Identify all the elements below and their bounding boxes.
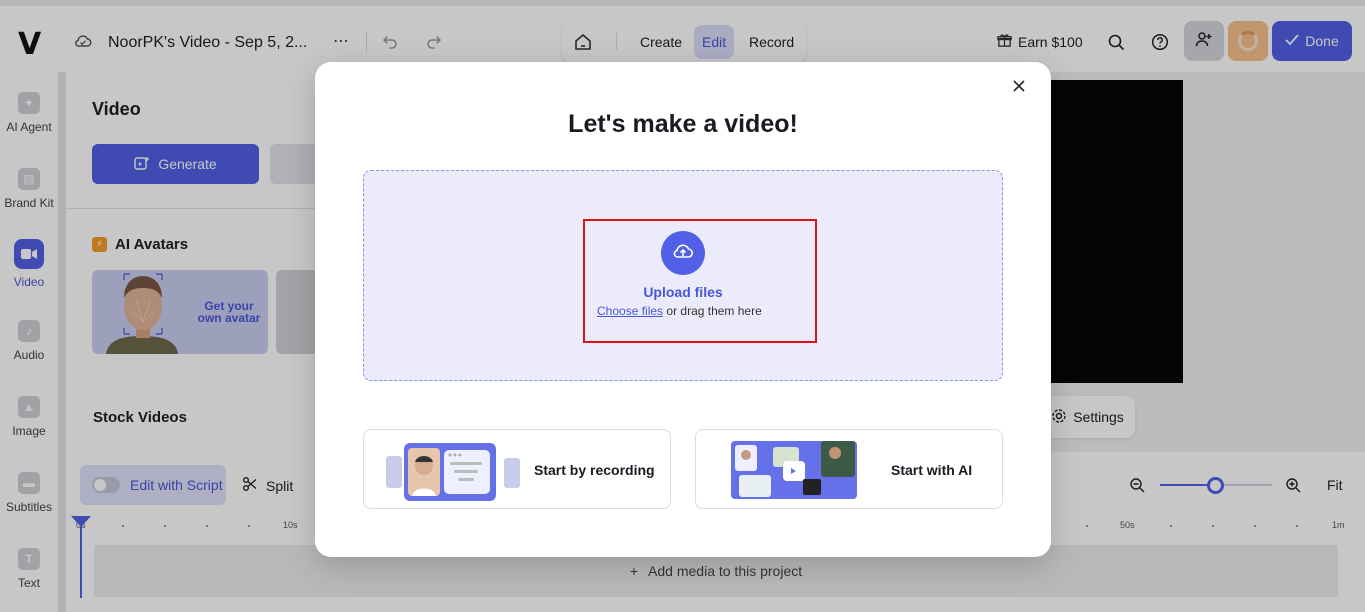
start-by-recording-card[interactable]: Start by recording xyxy=(363,429,671,509)
recording-illustration xyxy=(386,443,520,501)
start-with-ai-label: Start with AI xyxy=(891,462,973,478)
highlight-box xyxy=(583,219,817,343)
upload-instructions: Choose files or drag them here xyxy=(597,304,762,318)
close-icon xyxy=(1013,79,1025,97)
ai-collage-illustration xyxy=(731,441,857,499)
upload-button[interactable] xyxy=(661,231,705,275)
choose-files-link[interactable]: Choose files xyxy=(597,304,663,318)
drag-text: or drag them here xyxy=(666,304,762,318)
upload-files-title: Upload files xyxy=(643,284,723,300)
dialog-title: Let's make a video! xyxy=(568,110,798,138)
start-with-ai-card[interactable]: Start with AI xyxy=(695,429,1003,509)
close-button[interactable] xyxy=(1008,77,1030,99)
cloud-upload-icon xyxy=(672,242,694,265)
start-by-recording-label: Start by recording xyxy=(534,462,655,478)
